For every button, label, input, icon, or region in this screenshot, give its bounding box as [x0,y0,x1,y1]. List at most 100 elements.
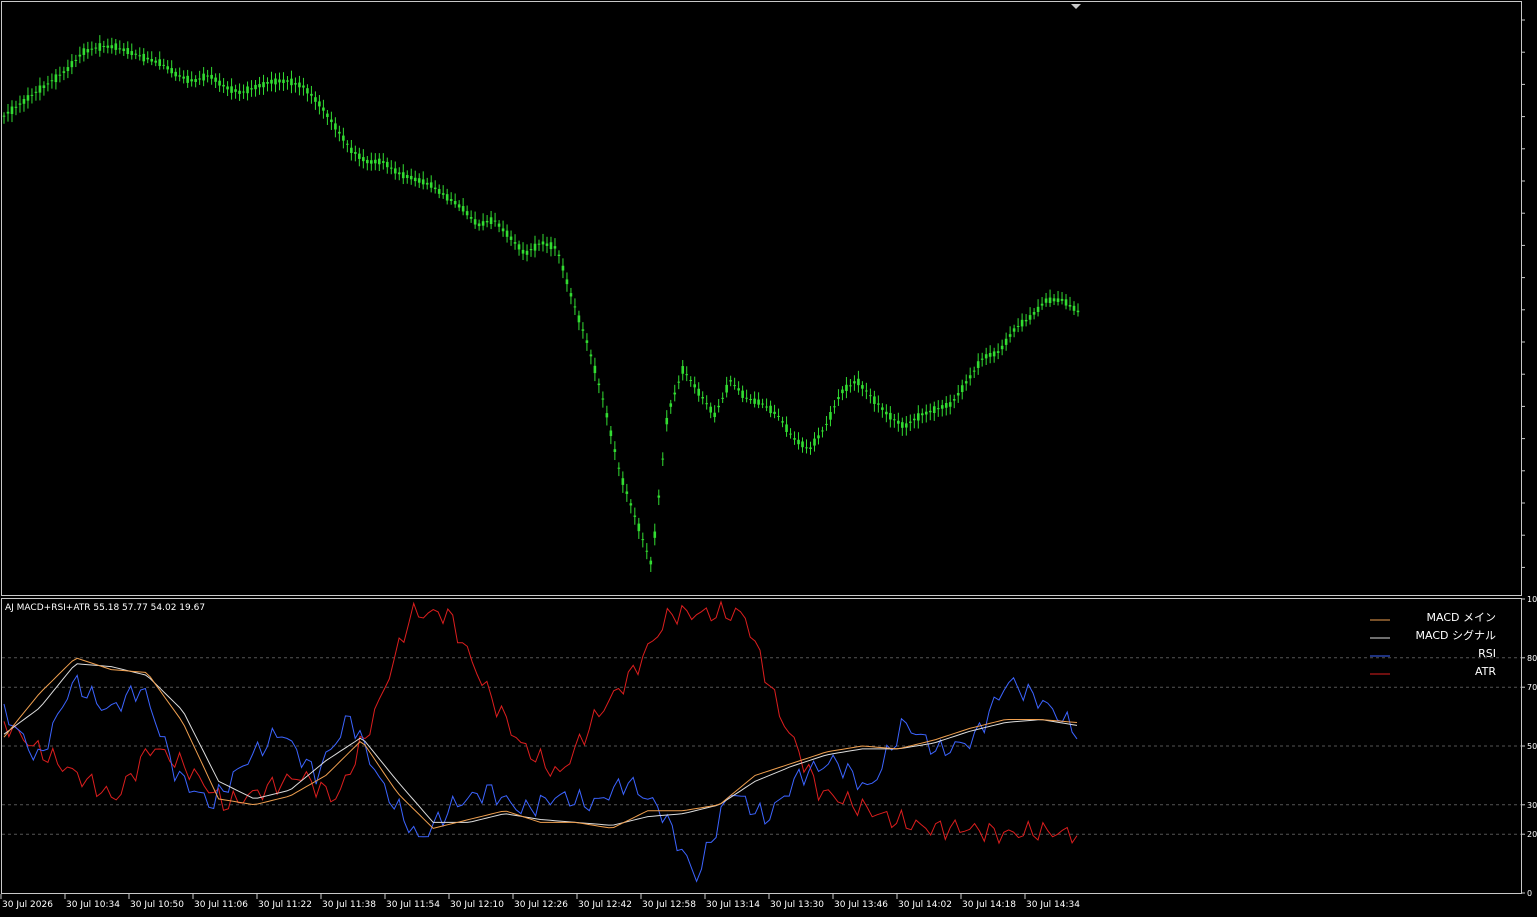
candle-body [637,523,641,532]
candle-body [920,413,924,416]
candle-body [194,79,197,82]
candle-body [497,223,501,227]
candle-body [529,249,533,251]
candle-body [821,430,824,432]
candle-body [909,421,912,423]
candle-body [429,182,433,188]
candle-body [729,380,732,382]
candle-body [685,374,689,376]
candle-body [749,399,752,401]
candle-body [893,419,896,421]
candle-body [126,48,130,55]
candle-body [318,101,321,107]
candle-body [980,358,984,360]
candle-body [138,55,142,57]
candle-body [940,405,944,409]
chart-canvas[interactable]: AJ MACD+RSI+ATR 55.18 57.77 54.02 19.67 … [0,0,1537,913]
candle-body [1024,319,1028,322]
candle-body [681,366,685,374]
candle-body [477,223,481,227]
candle-body [621,478,625,485]
time-axis-label: 30 Jul 12:42 [578,900,632,910]
candle-body [545,243,549,246]
candle-body [533,243,537,251]
candle-body [154,60,158,63]
candle-body [14,106,18,108]
candle-body [541,241,545,245]
candle-body [693,384,697,388]
candle-body [813,438,816,446]
time-axis-label: 30 Jul 2026 [2,900,53,910]
candle-body [294,83,297,85]
candle-body [673,392,677,395]
candle-body [298,82,301,88]
candle-body [705,403,708,405]
candle-body [661,458,665,460]
time-axis-label: 30 Jul 13:14 [706,900,760,910]
candle-body [972,370,976,372]
candle-body [885,411,888,415]
candle-body [465,211,469,216]
candle-body [433,187,437,190]
candle-body [421,179,425,185]
candle-body [733,385,736,387]
candle-body [701,397,704,399]
candle-body [569,293,573,297]
candle-body [166,66,169,70]
indicator-y-label: 70 [1527,683,1537,692]
candle-body [381,161,385,163]
candle-body [26,95,30,101]
candle-body [665,417,669,425]
candle-body [1060,298,1064,301]
candle-body [362,157,365,162]
candle-body [50,80,54,82]
candle-body [757,399,760,405]
candle-body [1004,338,1008,345]
indicator-title: AJ MACD+RSI+ATR 55.18 57.77 54.02 19.67 [5,603,205,613]
candle-body [837,397,840,400]
candle-body [358,153,361,159]
candle-body [378,158,381,165]
candle-body [721,397,724,399]
candle-body [266,81,269,84]
candle-body [745,397,748,399]
candle-body [924,411,928,415]
candle-body [785,424,788,432]
candle-body [34,91,38,93]
time-axis-label: 30 Jul 11:22 [258,900,312,910]
candle-body [897,420,900,424]
candle-body [481,221,485,226]
candle-body [485,220,489,223]
candle-body [290,78,293,86]
candle-body [901,422,904,428]
candle-body [70,61,74,68]
candle-body [306,88,309,94]
candle-body [741,390,744,398]
candle-body [38,85,42,93]
candle-body [789,433,792,435]
candle-body [82,48,86,55]
candle-body [118,48,122,50]
candle-body [282,79,285,83]
candle-body [697,388,701,396]
time-axis-label: 30 Jul 13:30 [770,900,824,910]
candle-body [1008,334,1012,337]
candle-body [589,354,593,357]
candle-body [976,361,980,368]
candle-body [565,279,569,285]
candle-body [968,375,972,379]
candle-body [625,491,629,494]
time-axis-label: 30 Jul 14:18 [962,900,1016,910]
candle-body [170,68,173,74]
indicator-y-label: 0 [1527,889,1532,898]
candle-body [385,161,389,168]
candle-body [473,219,477,225]
candle-body [645,550,649,552]
candle-body [992,351,996,357]
legend-label: RSI [1478,647,1496,660]
candle-body [581,329,585,331]
candle-body [825,423,828,425]
candle-body [54,74,58,83]
candle-body [573,306,577,308]
candle-body [150,58,154,62]
